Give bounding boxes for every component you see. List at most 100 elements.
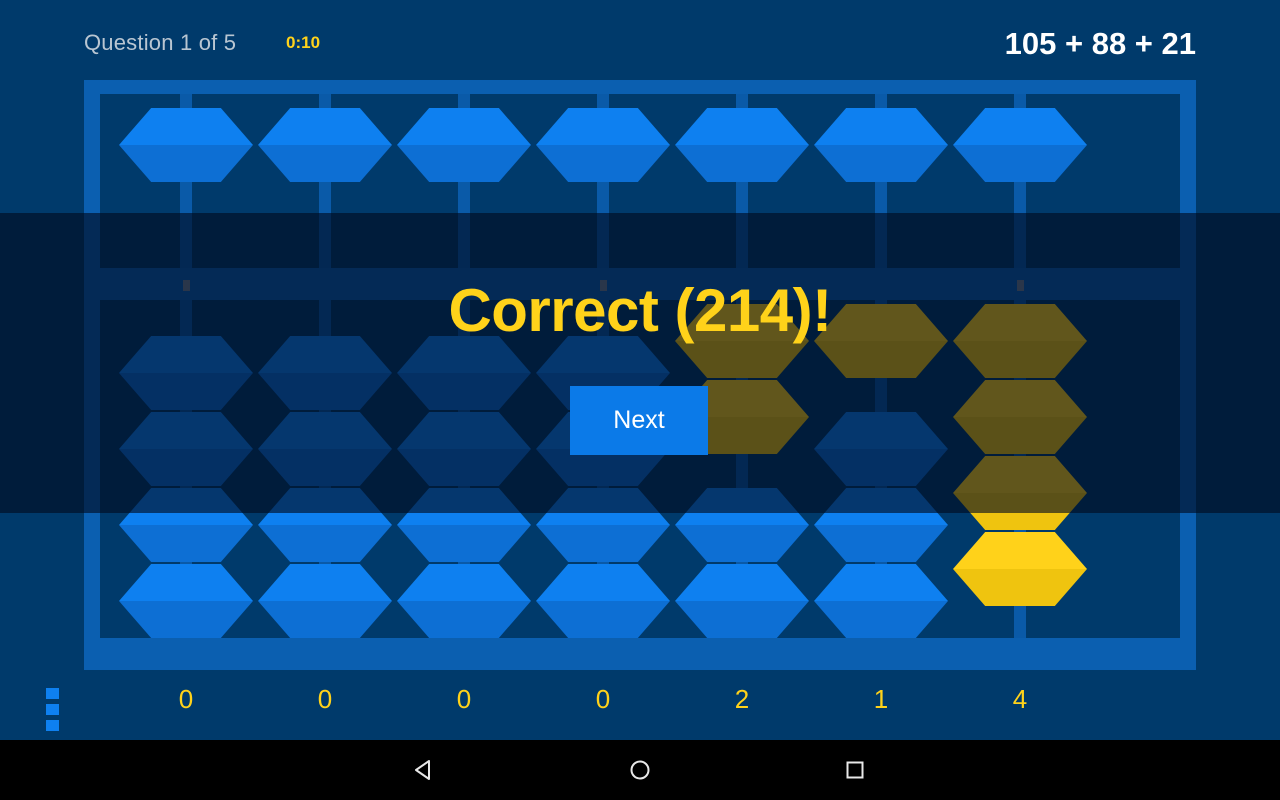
bead-top-face	[953, 380, 1087, 417]
timer-label: 0:10	[286, 33, 321, 52]
earth-bead-col-3-4[interactable]	[397, 564, 531, 638]
menu-dot	[46, 704, 59, 715]
abacus-bottom-rail	[100, 638, 1180, 654]
earth-bead-col-5-4[interactable]	[675, 564, 809, 638]
heaven-bead-col-3[interactable]	[397, 108, 531, 182]
android-navigation-bar	[0, 740, 1280, 800]
earth-bead-col-1-1[interactable]	[119, 336, 253, 410]
earth-bead-col-1-4[interactable]	[119, 564, 253, 638]
bead-top-face	[258, 108, 392, 145]
earth-bead-col-7-4[interactable]	[953, 532, 1087, 606]
earth-bead-col-3-3[interactable]	[397, 488, 531, 562]
earth-bead-col-6-3[interactable]	[814, 488, 948, 562]
question-progress-label: Question 1 of 5	[84, 30, 237, 55]
digit-readout-col-3: 0	[456, 684, 472, 714]
earth-bead-col-6-4[interactable]	[814, 564, 948, 638]
bead-top-face	[397, 412, 531, 449]
bead-top-face	[119, 108, 253, 145]
bead-top-face	[536, 488, 670, 525]
earth-bead-col-5-3[interactable]	[675, 488, 809, 562]
earth-bead-col-1-2[interactable]	[119, 412, 253, 486]
bead-bottom-face	[675, 525, 809, 562]
heaven-bead-col-5[interactable]	[675, 108, 809, 182]
bead-bottom-face	[119, 373, 253, 410]
bead-top-face	[675, 488, 809, 525]
result-message: Correct (214)!	[448, 277, 832, 344]
bead-bottom-face	[953, 341, 1087, 378]
heaven-bead-col-2[interactable]	[258, 108, 392, 182]
bead-bottom-face	[814, 449, 948, 486]
digit-readout-col-7: 4	[1012, 684, 1028, 714]
bead-bottom-face	[953, 493, 1087, 530]
bead-bottom-face	[397, 449, 531, 486]
bead-bottom-face	[397, 373, 531, 410]
bead-bottom-face	[536, 601, 670, 638]
abacus-frame	[84, 78, 1196, 670]
bead-bottom-face	[397, 601, 531, 638]
bead-bottom-face	[119, 145, 253, 182]
bead-top-face	[258, 564, 392, 601]
back-icon[interactable]	[385, 740, 465, 800]
bead-bottom-face	[675, 601, 809, 638]
earth-bead-col-2-1[interactable]	[258, 336, 392, 410]
bead-top-face	[675, 564, 809, 601]
bead-bottom-face	[814, 525, 948, 562]
bead-top-face	[953, 108, 1087, 145]
heaven-bead-col-4[interactable]	[536, 108, 670, 182]
earth-bead-col-3-2[interactable]	[397, 412, 531, 486]
bead-bottom-face	[119, 449, 253, 486]
bead-bottom-face	[258, 449, 392, 486]
bead-bottom-face	[953, 145, 1087, 182]
earth-bead-col-7-3[interactable]	[953, 456, 1087, 530]
bead-top-face	[258, 412, 392, 449]
earth-bead-col-1-3[interactable]	[119, 488, 253, 562]
earth-bead-col-6-2[interactable]	[814, 412, 948, 486]
bead-bottom-face	[953, 569, 1087, 606]
bead-bottom-face	[536, 145, 670, 182]
bead-bottom-face	[814, 145, 948, 182]
earth-bead-col-4-4[interactable]	[536, 564, 670, 638]
bead-bottom-face	[814, 601, 948, 638]
bead-top-face	[536, 108, 670, 145]
earth-bead-col-2-2[interactable]	[258, 412, 392, 486]
earth-bead-col-2-4[interactable]	[258, 564, 392, 638]
menu-dot	[46, 720, 59, 731]
earth-bead-col-7-2[interactable]	[953, 380, 1087, 454]
abacus-board[interactable]	[100, 94, 1180, 654]
app-screen: Question 1 of 5 0:10 105 + 88 + 21 Corre…	[0, 0, 1280, 800]
heaven-bead-col-1[interactable]	[119, 108, 253, 182]
bead-top-face	[258, 488, 392, 525]
digit-readout-col-2: 0	[317, 684, 333, 714]
bead-top-face	[119, 412, 253, 449]
bead-bottom-face	[258, 145, 392, 182]
bead-bottom-face	[119, 601, 253, 638]
bead-bottom-face	[258, 601, 392, 638]
digit-readout-row: 0 0 0 0 2 1 4	[0, 670, 1280, 732]
heaven-bead-col-6[interactable]	[814, 108, 948, 182]
bead-bottom-face	[258, 373, 392, 410]
bead-bottom-face	[397, 145, 531, 182]
home-icon[interactable]	[600, 740, 680, 800]
bead-top-face	[814, 564, 948, 601]
next-button[interactable]: Next	[570, 386, 708, 455]
equation-label: 105 + 88 + 21	[1004, 26, 1196, 61]
digit-readout-col-5: 2	[734, 684, 750, 714]
heaven-bead-col-7[interactable]	[953, 108, 1087, 182]
top-bar: Question 1 of 5 0:10 105 + 88 + 21	[0, 0, 1280, 80]
recents-icon[interactable]	[815, 740, 895, 800]
earth-bead-col-2-3[interactable]	[258, 488, 392, 562]
earth-bead-col-3-1[interactable]	[397, 336, 531, 410]
bead-top-face	[814, 412, 948, 449]
bead-bottom-face	[397, 525, 531, 562]
bead-top-face	[953, 532, 1087, 569]
bead-top-face	[397, 564, 531, 601]
bead-top-face	[953, 456, 1087, 493]
bead-top-face	[119, 564, 253, 601]
bead-top-face	[119, 488, 253, 525]
bead-bottom-face	[675, 341, 809, 378]
menu-dot	[46, 688, 59, 699]
overflow-menu-icon[interactable]	[46, 688, 59, 736]
bead-top-face	[675, 108, 809, 145]
earth-bead-col-4-3[interactable]	[536, 488, 670, 562]
bead-bottom-face	[953, 417, 1087, 454]
